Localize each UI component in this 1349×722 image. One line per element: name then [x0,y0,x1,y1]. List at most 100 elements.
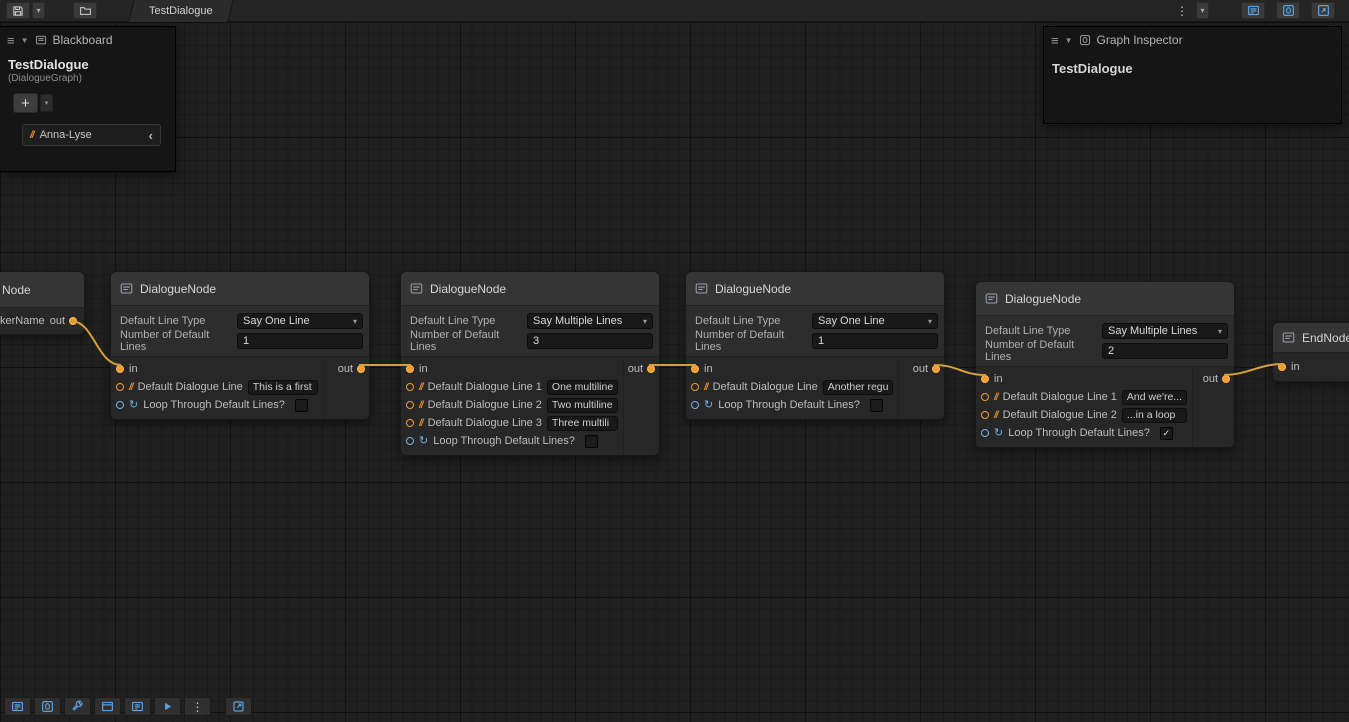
graph-inspector-panel: ≡ ▼ Graph Inspector TestDialogue [1043,26,1342,124]
bottom-window-button[interactable] [94,697,121,716]
bottom-blackboard-button[interactable] [4,697,31,716]
bottom-play-button[interactable] [154,697,181,716]
dialogue-line-field[interactable]: Three multili [547,416,618,431]
in-port[interactable] [691,365,699,373]
dialogue-line-value: One multiline [552,381,613,393]
graph-inspector-header[interactable]: ≡ ▼ Graph Inspector [1044,27,1341,53]
in-port[interactable] [981,375,989,383]
in-port[interactable] [406,365,414,373]
dialogue-line-port[interactable] [691,383,699,391]
line-count-field[interactable]: 1 [812,333,938,349]
collapse-chevron-icon[interactable]: ‹ [149,128,153,143]
line-type-dropdown[interactable]: Say Multiple Lines ▾ [1102,323,1228,339]
dialogue-line-field[interactable]: One multiline [547,380,618,395]
loop-port[interactable] [981,429,989,437]
inspector-toggle-button[interactable] [1276,2,1300,19]
line-type-value: Say Multiple Lines [533,315,622,327]
loop-port[interactable] [116,401,124,409]
open-external-button[interactable] [225,697,252,716]
foldout-icon[interactable]: ▼ [1065,36,1073,45]
dialogue-node-4[interactable]: DialogueNode Default Line Type Say Multi… [975,281,1235,448]
line-type-dropdown[interactable]: Say One Line ▾ [237,313,363,329]
drag-handle-icon[interactable]: ≡ [1051,33,1059,48]
loop-checkbox[interactable] [870,399,883,412]
dialogue-node-3[interactable]: DialogueNode Default Line Type Say One L… [685,271,945,420]
line-type-dropdown[interactable]: Say Multiple Lines ▾ [527,313,653,329]
out-port[interactable] [1222,375,1230,383]
loop-port[interactable] [406,437,414,445]
tab-testdialogue[interactable]: TestDialogue [131,0,231,22]
node-title-bar[interactable]: DialogueNode [401,272,659,306]
loop-checkbox[interactable]: ✓ [1160,427,1173,440]
dialogue-line-port[interactable] [406,383,414,391]
minimap-toggle-button[interactable] [1311,2,1335,19]
out-port[interactable] [647,365,655,373]
bottom-settings-button[interactable] [64,697,91,716]
blackboard-header[interactable]: ≡ ▼ Blackboard [0,27,175,53]
dialogue-line-field[interactable]: Another regu [823,380,894,395]
blackboard-toggle-button[interactable] [1241,2,1265,19]
blackboard-field-anna-lyse[interactable]: // Anna-Lyse ‹ [22,124,161,146]
line-count-field[interactable]: 1 [237,333,363,349]
dialogue-line-field[interactable]: Two multiline [547,398,618,413]
out-port-label: out [338,363,353,375]
node-title: DialogueNode [1005,292,1081,306]
dialogue-line-port[interactable] [981,411,989,419]
in-port[interactable] [116,365,124,373]
graph-inspector-title: Graph Inspector [1097,33,1183,47]
in-port-label: in [1291,361,1300,373]
in-port[interactable] [1278,363,1286,371]
drag-handle-icon[interactable]: ≡ [7,33,15,48]
foldout-icon[interactable]: ▼ [21,36,29,45]
kebab-menu-icon: ⋮ [192,700,204,714]
bottom-inspector-button[interactable] [34,697,61,716]
dialogue-line-port[interactable] [406,419,414,427]
blackboard-icon [35,34,47,46]
overflow-menu-button[interactable]: ⋮ [1170,2,1194,19]
inspector-icon [1079,34,1091,46]
node-title-bar[interactable]: Node [0,272,84,308]
line-count-field[interactable]: 3 [527,333,653,349]
dialogue-node-2[interactable]: DialogueNode Default Line Type Say Multi… [400,271,660,456]
dialogue-line-port[interactable] [406,401,414,409]
dialogue-line-label: Default Dialogue Line [713,381,818,393]
loop-label: Loop Through Default Lines? [433,435,575,447]
out-port[interactable] [932,365,940,373]
loop-checkbox[interactable] [585,435,598,448]
save-button[interactable] [6,2,30,19]
line-count-field[interactable]: 2 [1102,343,1228,359]
loop-port[interactable] [691,401,699,409]
node-title-bar[interactable]: EndNode [1273,323,1349,353]
dialogue-line-field[interactable]: This is a first [248,380,318,395]
start-node[interactable]: Node kerName out [0,271,85,335]
out-port[interactable] [69,317,77,325]
add-property-button[interactable]: + [13,93,38,113]
speaker-name-label: kerName [0,315,45,327]
dialogue-line-field[interactable]: And we're... [1122,390,1187,405]
dialogue-line-port[interactable] [116,383,124,391]
overflow-dropdown-button[interactable]: ▾ [1196,2,1209,19]
node-title-bar[interactable]: DialogueNode [976,282,1234,316]
dropdown-arrow-icon: ▾ [36,6,40,15]
out-port[interactable] [357,365,365,373]
save-dropdown-button[interactable]: ▾ [32,2,45,19]
line-type-dropdown[interactable]: Say One Line ▾ [812,313,938,329]
bottom-board-button[interactable] [124,697,151,716]
dropdown-arrow-icon: ▾ [1200,6,1204,15]
blackboard-panel: ≡ ▼ Blackboard TestDialogue (DialogueGra… [0,26,176,172]
end-node[interactable]: EndNode in [1272,322,1349,382]
node-title-bar[interactable]: DialogueNode [686,272,944,306]
folder-icon [79,5,92,17]
node-title-bar[interactable]: DialogueNode [111,272,369,306]
graph-canvas[interactable]: Node kerName out DialogueNode Default Li… [0,22,1349,722]
dialogue-line-field[interactable]: ...in a loop [1122,408,1187,423]
add-property-dropdown[interactable]: ▾ [40,94,53,112]
bottom-overflow-button[interactable]: ⋮ [184,697,211,716]
inspector-icon [1282,4,1295,17]
line-type-value: Say One Line [243,315,310,327]
open-asset-button[interactable] [73,2,97,19]
dialogue-line-port[interactable] [981,393,989,401]
line-count-label: Number of Default Lines [120,329,237,353]
loop-checkbox[interactable] [295,399,308,412]
dialogue-node-1[interactable]: DialogueNode Default Line Type Say One L… [110,271,370,420]
